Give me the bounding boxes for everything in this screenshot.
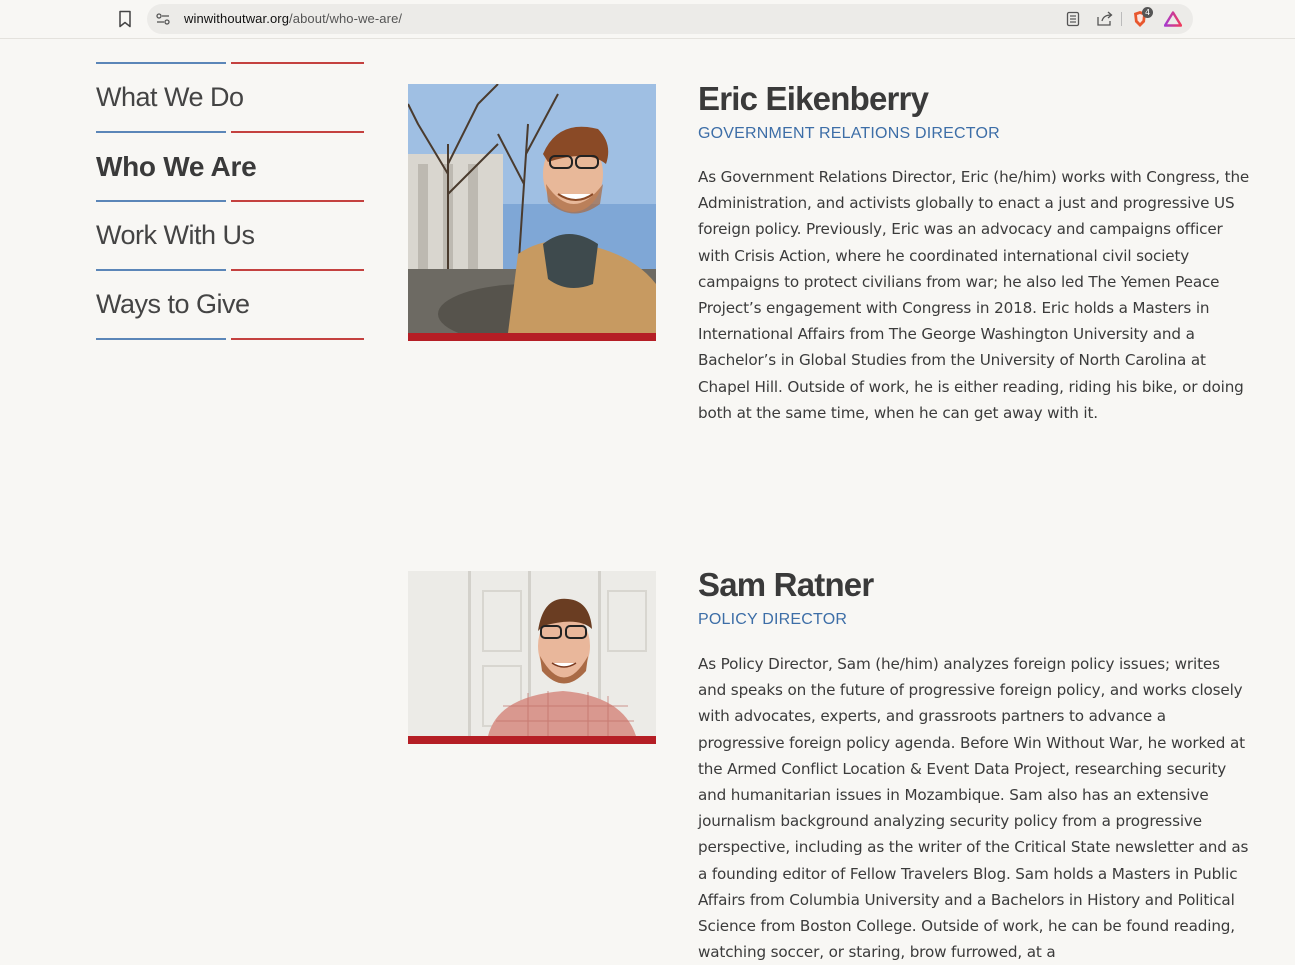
address-bar[interactable]: winwithoutwar.org/about/who-we-are/ 4 xyxy=(147,4,1193,34)
nav-divider xyxy=(96,200,364,202)
nav-divider xyxy=(96,338,364,340)
share-icon[interactable] xyxy=(1095,10,1115,28)
nav-item-work-with-us[interactable]: Work With Us xyxy=(96,202,364,269)
staff-bio: As Government Relations Director, Eric (… xyxy=(698,168,1250,422)
about-side-nav: What We Do Who We Are Work With Us Ways … xyxy=(96,62,364,340)
nav-item-ways-to-give[interactable]: Ways to Give xyxy=(96,271,364,338)
brave-rewards-icon[interactable] xyxy=(1163,10,1183,28)
staff-role: GOVERNMENT RELATIONS DIRECTOR xyxy=(698,125,1000,142)
staff-role: POLICY DIRECTOR xyxy=(698,611,848,628)
browser-toolbar: winwithoutwar.org/about/who-we-are/ 4 xyxy=(0,0,1295,39)
staff-bio: As Policy Director, Sam (he/him) analyze… xyxy=(698,655,1249,962)
toolbar-divider xyxy=(1121,12,1122,26)
url-text[interactable]: winwithoutwar.org/about/who-we-are/ xyxy=(184,11,402,26)
nav-item-who-we-are[interactable]: Who We Are xyxy=(96,133,364,200)
shields-badge: 4 xyxy=(1142,7,1154,18)
nav-divider xyxy=(96,131,364,133)
url-path: /about/who-we-are/ xyxy=(289,11,403,26)
reader-mode-icon[interactable] xyxy=(1063,10,1083,28)
staff-photo-eric xyxy=(408,84,656,341)
brave-shields-icon[interactable]: 4 xyxy=(1130,7,1154,28)
site-settings-icon[interactable] xyxy=(155,11,171,27)
url-host: winwithoutwar.org xyxy=(184,11,290,26)
staff-name: Sam Ratner xyxy=(698,566,874,603)
staff-name: Eric Eikenberry xyxy=(698,80,929,117)
nav-divider xyxy=(96,269,364,271)
bookmark-icon[interactable] xyxy=(112,8,138,30)
nav-item-what-we-do[interactable]: What We Do xyxy=(96,64,364,131)
nav-divider xyxy=(96,62,364,64)
staff-photo-sam xyxy=(408,571,656,744)
